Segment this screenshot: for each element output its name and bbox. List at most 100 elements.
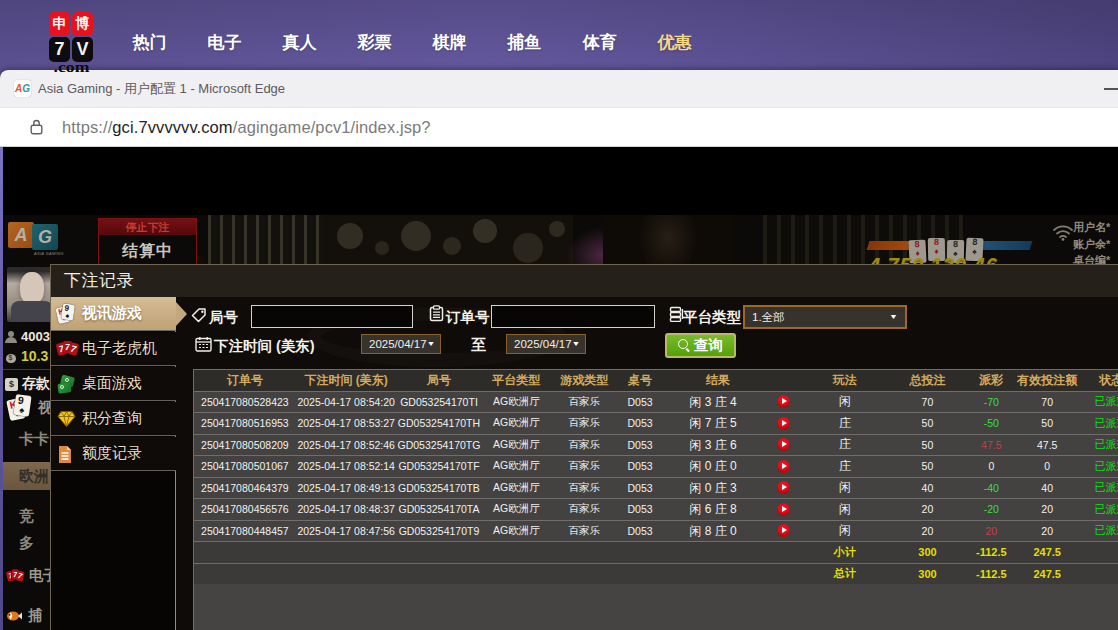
query-button-label: 查询 <box>694 336 723 355</box>
platform-type-label: 平台类型 <box>683 308 741 327</box>
deposit-label: 存款 <box>22 375 50 393</box>
to-label: 至 <box>471 336 486 355</box>
table-header-row: 订单号下注时间 (美东)局号平台类型游戏类型桌号结果玩法总投注派彩有效投注额状态 <box>194 370 1118 392</box>
ag-logo-g: G <box>32 224 58 250</box>
column-header: 派彩 <box>968 372 1014 389</box>
column-header: 游戏类型 <box>551 372 617 389</box>
person-icon <box>5 331 17 343</box>
username-row: 4003 <box>5 329 50 344</box>
table-row[interactable]: 250417080528423 2025-04-17 08:54:20 GD05… <box>194 392 1118 414</box>
tag-icon <box>191 307 208 323</box>
bet-time-label: 下注时间 (美东) <box>214 337 315 356</box>
lock-icon <box>30 119 43 135</box>
play-video-button[interactable] <box>777 395 790 408</box>
modal-sidebar: K♥9♠视讯游戏777电子老虎机桌面游戏积分查询额度记录 <box>51 297 176 630</box>
nav-item-彩票[interactable]: 彩票 <box>337 31 412 54</box>
slot-777-icon: 777 <box>57 339 76 359</box>
chevron-down-icon: ▼ <box>889 313 898 321</box>
diamond-icon <box>57 409 76 429</box>
order-no-label: 订单号 <box>446 308 490 327</box>
menu-item-积分查询[interactable]: 积分查询 <box>51 402 176 436</box>
play-video-button[interactable] <box>777 503 790 516</box>
play-video-button[interactable] <box>777 438 790 451</box>
date-to-select[interactable]: 2025/04/17 ▼ <box>506 334 586 354</box>
browser-addressbar[interactable]: https://gci.7vvvvvv.com/agingame/pcv1/in… <box>0 107 1118 146</box>
round-no-input[interactable] <box>251 305 413 328</box>
platform-type-select[interactable]: 1.全部 ▼ <box>743 305 907 329</box>
game-tab-label: 电子 <box>29 567 50 585</box>
chevron-down-icon: ▼ <box>427 340 436 348</box>
browser-favicon-icon: AG <box>14 80 31 97</box>
table-row[interactable]: 250417080516953 2025-04-17 08:53:27 GD05… <box>194 413 1118 435</box>
browser-titlebar[interactable]: AG Asia Gaming - 用户配置 1 - Microsoft Edge <box>0 70 1118 107</box>
table-footer-area <box>193 584 1118 630</box>
chevron-down-icon: ▼ <box>572 340 581 348</box>
hall-tab-duo[interactable]: 多 <box>3 529 50 557</box>
balance: 10.3 <box>21 348 48 364</box>
minimize-icon[interactable] <box>1104 88 1118 90</box>
play-video-button[interactable] <box>777 524 790 537</box>
date-to-value: 2025/04/17 <box>514 338 572 350</box>
menu-item-视讯游戏[interactable]: K♥9♠视讯游戏 <box>51 297 176 331</box>
nav-item-体育[interactable]: 体育 <box>562 31 637 54</box>
query-button[interactable]: 查询 <box>665 333 736 358</box>
hall-tab-kaka[interactable]: 卡卡 <box>3 425 50 453</box>
logo-badge-shen: 申 <box>49 12 70 36</box>
user-info-line: 账户余* <box>1073 236 1118 253</box>
table-row[interactable]: 250417080448457 2025-04-17 08:47:56 GD05… <box>194 521 1118 543</box>
site-logo[interactable]: 申 博 7 V .com <box>49 12 94 72</box>
modal-title: 下注记录 <box>51 265 1118 297</box>
table-row[interactable]: 250417080508209 2025-04-17 08:52:46 GD05… <box>194 435 1118 457</box>
table-row[interactable]: 250417080464379 2025-04-17 08:49:13 GD05… <box>194 478 1118 500</box>
order-no-input[interactable] <box>491 305 655 328</box>
grand-total-label: 总计 <box>803 566 887 581</box>
deposit-icon <box>5 378 18 391</box>
logo-com: .com <box>45 62 98 72</box>
url-domain: gci.7vvvvvv.com <box>112 118 232 137</box>
ag-logo-subtitle: ASIA GAMING <box>34 251 64 256</box>
date-from-select[interactable]: 2025/04/17 ▼ <box>361 334 441 354</box>
column-header: 局号 <box>397 372 482 389</box>
game-tab-fishing[interactable]: 捕 <box>5 607 42 625</box>
cards-icon: K♥9♠ <box>57 304 76 324</box>
fish-icon <box>5 609 23 623</box>
nav-item-热门[interactable]: 热门 <box>112 31 187 54</box>
grand-total-row: 总计300-112.5247.5 <box>194 564 1118 586</box>
column-header: 总投注 <box>887 372 969 389</box>
ag-logo-a: A <box>8 222 34 248</box>
calendar-icon <box>195 336 212 352</box>
hall-tab-europe[interactable]: 欧洲 <box>3 462 50 490</box>
site-nav: 热门电子真人彩票棋牌捕鱼体育优惠 <box>112 12 712 72</box>
nav-item-捕鱼[interactable]: 捕鱼 <box>487 31 562 54</box>
slot-777-icon: 777 <box>7 568 22 584</box>
column-header: 订单号 <box>194 372 296 389</box>
wifi-icon <box>1052 223 1074 241</box>
table-row[interactable]: 250417080501067 2025-04-17 08:52:14 GD05… <box>194 456 1118 478</box>
nav-item-棋牌[interactable]: 棋牌 <box>412 31 487 54</box>
video-tab-label: 视 <box>38 399 50 417</box>
menu-item-桌面游戏[interactable]: 桌面游戏 <box>51 367 176 401</box>
money-bag-icon <box>5 350 17 363</box>
nav-item-真人[interactable]: 真人 <box>262 31 337 54</box>
column-header: 平台类型 <box>481 372 551 389</box>
subtotal-row: 小计300-112.5247.5 <box>194 542 1118 564</box>
table-row[interactable]: 250417080456576 2025-04-17 08:48:37 GD05… <box>194 499 1118 521</box>
nav-item-电子[interactable]: 电子 <box>187 31 262 54</box>
menu-item-额度记录[interactable]: 额度记录 <box>51 437 176 471</box>
nav-item-优惠[interactable]: 优惠 <box>637 31 712 54</box>
hall-tab-jing[interactable]: 竞 <box>3 502 50 530</box>
play-video-button[interactable] <box>777 460 790 473</box>
ag-logo: A G ASIA GAMING <box>8 222 68 254</box>
game-tab-slots[interactable]: 777 电子 <box>5 566 50 586</box>
column-header: 桌号 <box>617 372 663 389</box>
page-left-column: 4003 10.3 存款 K♥ 9♠ 视 卡卡 欧洲 竞 多 777 电子 <box>3 265 50 630</box>
video-tab-row[interactable]: K♥ 9♠ 视 <box>5 398 50 418</box>
bet-records-table: 订单号下注时间 (美东)局号平台类型游戏类型桌号结果玩法总投注派彩有效投注额状态… <box>193 369 1118 585</box>
betting-records-modal: 下注记录 K♥9♠视讯游戏777电子老虎机桌面游戏积分查询额度记录 局号 订单号 <box>50 264 1118 630</box>
menu-item-电子老虎机[interactable]: 777电子老虎机 <box>51 332 176 366</box>
url-text[interactable]: https://gci.7vvvvvv.com/agingame/pcv1/in… <box>62 108 431 146</box>
avatar[interactable] <box>7 267 50 322</box>
play-video-button[interactable] <box>777 417 790 430</box>
deposit-row[interactable]: 存款 <box>5 375 50 393</box>
play-video-button[interactable] <box>777 481 790 494</box>
